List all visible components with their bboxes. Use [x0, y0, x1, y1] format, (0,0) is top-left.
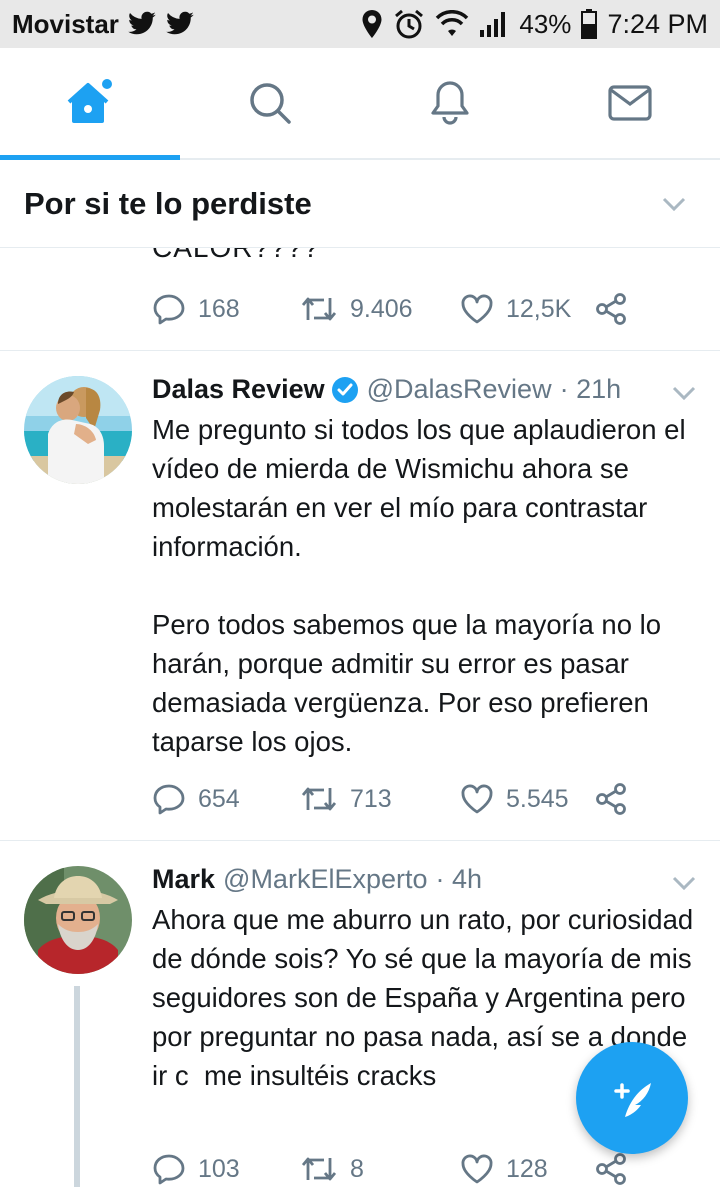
avatar[interactable]: [24, 866, 132, 974]
like-count: 128: [506, 1154, 548, 1183]
compose-feather-icon: [614, 1083, 651, 1117]
retweet-button[interactable]: 713: [300, 784, 460, 814]
retweet-count: 9.406: [350, 294, 413, 323]
reply-count: 654: [198, 784, 240, 813]
twitter-notification-icon: [128, 11, 156, 35]
alarm-icon: [395, 9, 424, 39]
tab-home[interactable]: [0, 48, 180, 160]
tab-search[interactable]: [180, 48, 360, 158]
retweet-button[interactable]: 9.406: [300, 294, 460, 324]
tab-notifications[interactable]: [360, 48, 540, 158]
like-count: 5.545: [506, 784, 569, 813]
top-navigation: [0, 48, 720, 160]
retweet-count: 713: [350, 784, 392, 813]
wifi-icon: [436, 10, 469, 36]
search-icon: [250, 83, 291, 124]
reply-button[interactable]: 654: [152, 782, 300, 816]
author-handle[interactable]: @MarkElExperto: [223, 864, 427, 895]
heart-icon: [461, 1154, 493, 1184]
battery-icon: [581, 9, 598, 39]
reply-button[interactable]: 103: [152, 1152, 300, 1186]
share-button[interactable]: [594, 782, 628, 816]
like-button[interactable]: 5.545: [460, 784, 594, 814]
reply-icon: [153, 784, 185, 815]
compose-tweet-button[interactable]: [576, 1042, 688, 1154]
status-bar: Movistar 43% 7:24 PM: [0, 0, 720, 48]
tweet[interactable]: Dalas Review @DalasReview · 21h Me pregu…: [0, 350, 720, 840]
heart-icon: [461, 294, 493, 324]
share-button[interactable]: [594, 292, 628, 326]
avatar-image: [24, 866, 132, 974]
reply-button[interactable]: 168: [152, 292, 300, 326]
tweet-header: Mark @MarkElExperto · 4h: [152, 864, 482, 895]
tweet-text: Me pregunto si todos los que aplaudieron…: [152, 414, 686, 757]
avatar[interactable]: [24, 376, 132, 484]
partial-tweet-text: CALOR????: [152, 248, 320, 264]
battery-percent: 43%: [519, 8, 572, 39]
tweet-time: · 21h: [559, 374, 622, 404]
reply-icon: [153, 294, 185, 325]
reply-count: 168: [198, 294, 240, 323]
tweet-time: · 4h: [435, 864, 483, 894]
tweet-actions: 168 9.406 12,5K: [152, 292, 628, 326]
bell-icon: [431, 81, 469, 125]
avatar-image: [24, 376, 132, 484]
twitter-notification-icon: [166, 11, 194, 35]
author-name[interactable]: Dalas Review: [152, 374, 325, 405]
home-icon: [67, 79, 112, 123]
signal-icon: [480, 12, 506, 37]
chevron-down-icon[interactable]: [662, 197, 686, 211]
tweet-header: Dalas Review @DalasReview · 21h: [152, 374, 621, 405]
reply-icon: [153, 1154, 185, 1185]
tweet-actions: 103 8 128: [152, 1152, 628, 1186]
section-title: Por si te lo perdiste: [24, 185, 312, 221]
tweet-options-chevron-icon[interactable]: [672, 876, 696, 890]
share-button[interactable]: [594, 1152, 628, 1186]
tab-messages[interactable]: [540, 48, 720, 158]
verified-badge-icon: [331, 376, 358, 403]
section-header: Por si te lo perdiste: [0, 160, 720, 248]
share-icon: [596, 783, 626, 815]
carrier-name: Movistar: [12, 8, 119, 39]
retweet-count: 8: [350, 1154, 364, 1183]
retweet-icon: [301, 1157, 337, 1181]
like-count: 12,5K: [506, 294, 572, 323]
clock: 7:24 PM: [607, 8, 708, 39]
location-icon: [362, 10, 382, 38]
share-icon: [596, 1153, 626, 1185]
retweet-icon: [301, 787, 337, 811]
envelope-icon: [608, 85, 652, 121]
like-button[interactable]: 12,5K: [460, 294, 594, 324]
like-button[interactable]: 128: [460, 1154, 594, 1184]
retweet-icon: [301, 297, 337, 321]
share-icon: [596, 293, 626, 325]
author-handle[interactable]: @DalasReview: [367, 374, 552, 405]
thread-line: [74, 986, 80, 1187]
tweet-actions: 654 713 5.545: [152, 782, 628, 816]
heart-icon: [461, 784, 493, 814]
reply-count: 103: [198, 1154, 240, 1183]
author-name[interactable]: Mark: [152, 864, 215, 895]
retweet-button[interactable]: 8: [300, 1154, 460, 1184]
tweet-options-chevron-icon[interactable]: [672, 386, 696, 400]
